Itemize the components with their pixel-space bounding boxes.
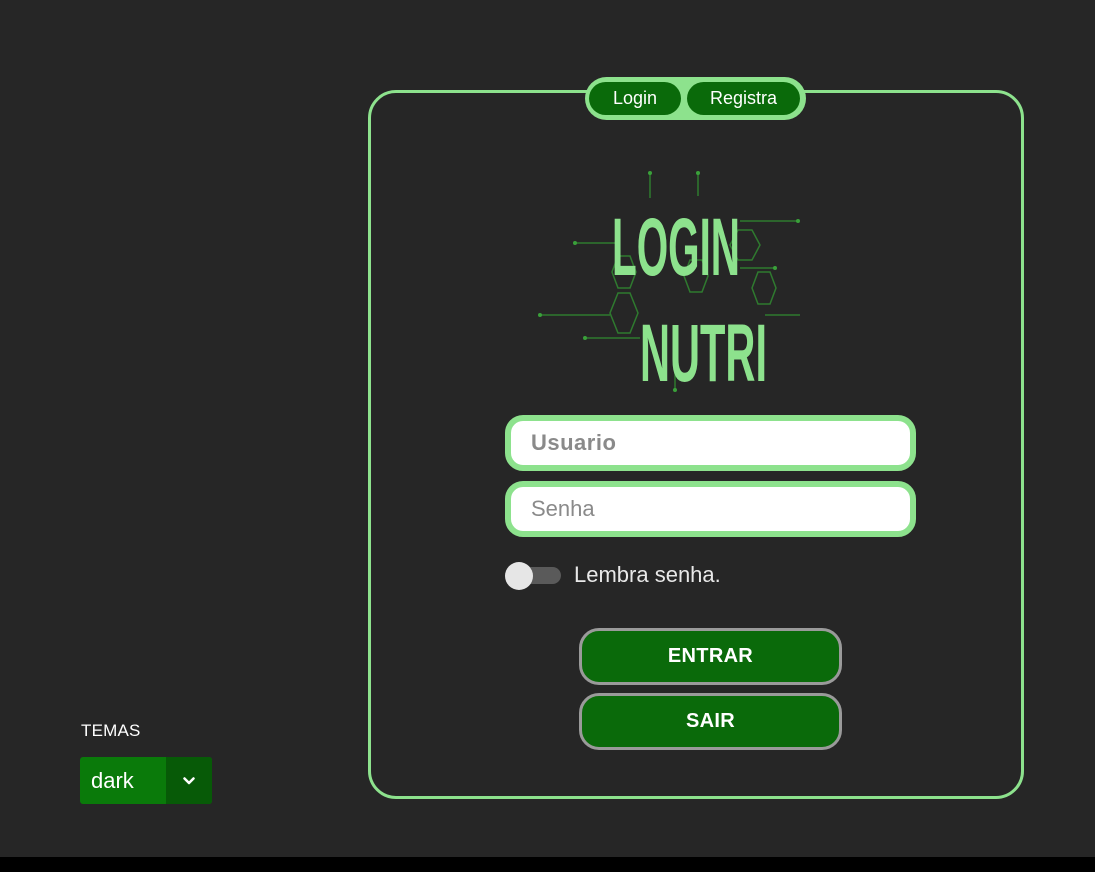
remember-password-label: Lembra senha. xyxy=(574,562,721,587)
auth-tab-group: Login Registra xyxy=(585,77,806,120)
tab-login[interactable]: Login xyxy=(589,82,681,115)
entrar-button[interactable]: ENTRAR xyxy=(579,628,842,685)
sair-button[interactable]: SAIR xyxy=(579,693,842,750)
toggle-knob xyxy=(505,562,533,590)
remember-password-toggle[interactable] xyxy=(505,562,561,590)
tab-registra[interactable]: Registra xyxy=(687,82,800,115)
bottom-bar xyxy=(0,857,1095,872)
chevron-down-icon xyxy=(166,757,212,804)
username-input[interactable] xyxy=(505,415,916,471)
theme-label: TEMAS xyxy=(81,721,141,740)
logo-line2: NUTRI xyxy=(640,308,767,393)
theme-selected-value: dark xyxy=(91,767,134,793)
logo-line1: LOGIN xyxy=(612,202,740,293)
login-nutri-logo: LOGIN NUTRI xyxy=(538,171,800,393)
theme-select[interactable]: dark xyxy=(80,757,212,804)
password-input[interactable] xyxy=(505,481,916,537)
